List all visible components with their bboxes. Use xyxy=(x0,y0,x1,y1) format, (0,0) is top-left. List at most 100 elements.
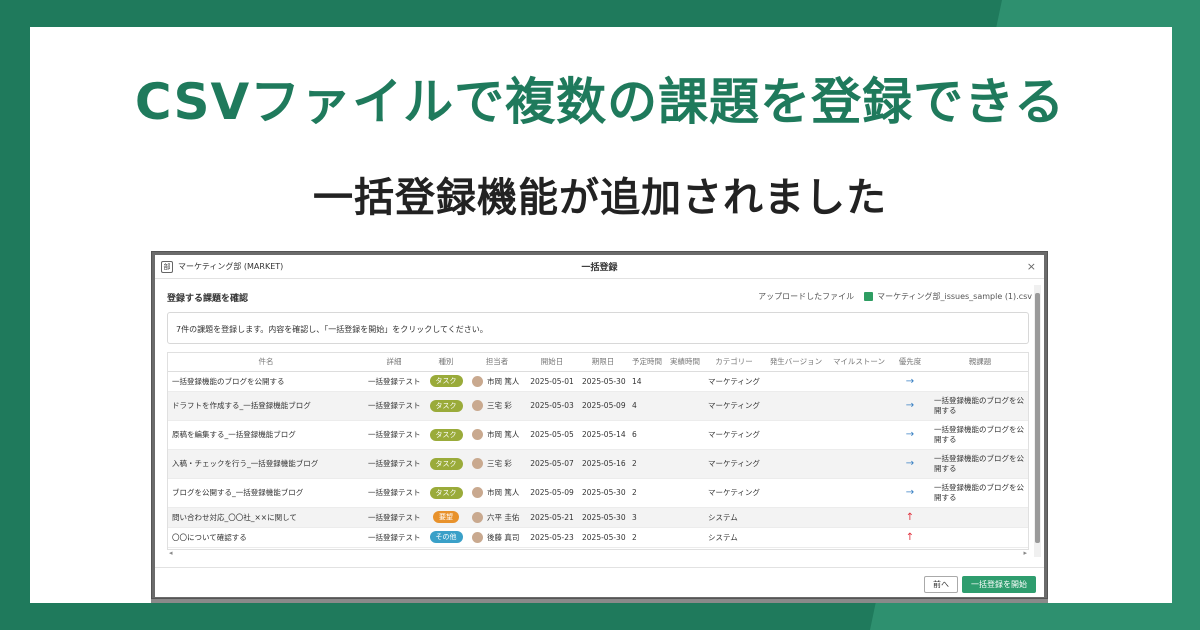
confirmation-notice: 7件の課題を登録します。内容を確認し、「一括登録を開始」をクリックしてください。 xyxy=(167,312,1029,344)
start-bulk-register-button[interactable]: 一括登録を開始 xyxy=(962,576,1036,593)
cell-due-date: 2025-05-09 xyxy=(578,391,628,421)
cell-parent xyxy=(930,527,1028,548)
avatar xyxy=(472,487,483,498)
cell-parent: 一括登録機能のブログを公開する xyxy=(930,449,1028,479)
assignee-name: 六平 圭佑 xyxy=(487,512,520,522)
vertical-scrollbar[interactable] xyxy=(1034,285,1041,557)
cell-version xyxy=(764,527,828,548)
scroll-left-icon[interactable]: ◂ xyxy=(169,549,173,557)
cell-start-date: 2025-05-21 xyxy=(526,507,578,528)
cell-version xyxy=(764,449,828,479)
priority-arrow-icon: ↑ xyxy=(890,507,930,528)
close-icon[interactable]: × xyxy=(1027,260,1036,273)
cell-subject: 原稿を編集する_一括登録機能ブログ xyxy=(168,420,364,450)
issue-type-badge: タスク xyxy=(429,457,463,470)
issue-type-badge: タスク xyxy=(429,375,463,387)
avatar xyxy=(472,458,483,469)
bulk-register-dialog: 部 マーケティング部 (MARKET) 一括登録 × 登録する課題を確認 アップ… xyxy=(155,255,1044,597)
dialog-titlebar: 部 マーケティング部 (MARKET) 一括登録 × xyxy=(155,255,1044,279)
headline: CSVファイルで複数の課題を登録できる xyxy=(134,73,1066,131)
issues-table-wrap[interactable]: 件名 詳細 種別 担当者 開始日 期限日 予定時間 実績時間 カテゴリー 発生バージョン マイルスト… xyxy=(167,352,1029,550)
csv-file-icon xyxy=(864,292,874,301)
cell-detail: 一括登録テスト xyxy=(364,478,424,508)
cell-category: マーケティング xyxy=(704,449,764,479)
cell-parent xyxy=(930,507,1028,528)
cell-type: タスク xyxy=(424,449,468,479)
cell-milestone xyxy=(828,449,890,479)
issues-table: 件名 詳細 種別 担当者 開始日 期限日 予定時間 実績時間 カテゴリー 発生バージョン マイルスト… xyxy=(168,353,1028,548)
cell-type: タスク xyxy=(424,420,468,450)
cell-type: タスク xyxy=(424,371,468,392)
cell-detail: 一括登録テスト xyxy=(364,449,424,479)
assignee: 六平 圭佑 xyxy=(472,511,522,523)
priority-arrow-icon: → xyxy=(890,391,930,421)
cell-version xyxy=(764,420,828,450)
table-row: 一括登録機能のブログを公開する 一括登録テスト タスク 市岡 篤人 2025-05-01… xyxy=(168,371,1028,392)
scrollbar-thumb[interactable] xyxy=(1035,293,1040,543)
cell-parent: 一括登録機能のブログを公開する xyxy=(930,391,1028,421)
uploaded-file-label: アップロードしたファイル xyxy=(758,292,855,301)
cell-assignee: 市岡 篤人 xyxy=(468,420,526,450)
cell-detail: 一括登録テスト xyxy=(364,527,424,548)
issue-type-badge: 要望 xyxy=(433,511,459,523)
dialog-footer: 前へ 一括登録を開始 xyxy=(155,567,1044,597)
avatar xyxy=(472,400,483,411)
column-header: 期限日 xyxy=(578,353,628,372)
assignee: 市岡 篤人 xyxy=(472,429,522,440)
cell-start-date: 2025-05-01 xyxy=(526,371,578,392)
uploaded-file-name[interactable]: マーケティング部_issues_sample (1).csv xyxy=(877,291,1032,302)
table-row: 〇〇について確認する 一括登録テスト その他 後藤 真司 2025-05-23 2025-… xyxy=(168,527,1028,548)
cell-start-date: 2025-05-23 xyxy=(526,527,578,548)
cell-detail: 一括登録テスト xyxy=(364,420,424,450)
cell-category: システム xyxy=(704,507,764,528)
issue-type-badge: その他 xyxy=(429,531,463,543)
issue-type-badge: タスク xyxy=(429,428,463,441)
table-row: ドラフトを作成する_一括登録機能ブログ 一括登録テスト タスク 三宅 彩 2025-05… xyxy=(168,391,1028,421)
column-header: 開始日 xyxy=(526,353,578,372)
cell-subject: 〇〇について確認する xyxy=(168,527,364,548)
horizontal-scrollbar[interactable]: ◂ ▸ xyxy=(167,549,1029,558)
cell-category: マーケティング xyxy=(704,371,764,392)
cell-subject: 入稿・チェックを行う_一括登録機能ブログ xyxy=(168,449,364,479)
cell-start-date: 2025-05-03 xyxy=(526,391,578,421)
table-row: ブログを公開する_一括登録機能ブログ 一括登録テスト タスク 市岡 篤人 2025-05… xyxy=(168,478,1028,508)
table-header-row: 件名 詳細 種別 担当者 開始日 期限日 予定時間 実績時間 カテゴリー 発生バージョン マイルスト… xyxy=(168,353,1028,372)
column-header: 親課題 xyxy=(930,353,1028,372)
cell-detail: 一括登録テスト xyxy=(364,371,424,392)
cell-start-date: 2025-05-07 xyxy=(526,449,578,479)
cell-type: 要望 xyxy=(424,507,468,528)
cell-type: タスク xyxy=(424,478,468,508)
cell-assignee: 市岡 篤人 xyxy=(468,371,526,392)
cell-start-date: 2025-05-09 xyxy=(526,478,578,508)
cell-due-date: 2025-05-14 xyxy=(578,420,628,450)
avatar xyxy=(472,531,483,543)
assignee-name: 市岡 篤人 xyxy=(487,430,520,439)
cell-detail: 一括登録テスト xyxy=(364,391,424,421)
cell-parent: 一括登録機能のブログを公開する xyxy=(930,478,1028,508)
cell-assignee: 三宅 彩 xyxy=(468,449,526,479)
cell-actual xyxy=(666,527,704,548)
cell-subject: ブログを公開する_一括登録機能ブログ xyxy=(168,478,364,508)
priority-arrow-icon: → xyxy=(890,371,930,392)
cell-milestone xyxy=(828,391,890,421)
assignee: 市岡 篤人 xyxy=(472,375,522,387)
assignee-name: 三宅 彩 xyxy=(487,459,512,468)
priority-arrow-icon: → xyxy=(890,478,930,508)
cell-actual xyxy=(666,478,704,508)
prev-button[interactable]: 前へ xyxy=(924,576,958,593)
column-header: 担当者 xyxy=(468,353,526,372)
cell-category: マーケティング xyxy=(704,478,764,508)
table-row: 原稿を編集する_一括登録機能ブログ 一括登録テスト タスク 市岡 篤人 2025-05-… xyxy=(168,420,1028,450)
cell-due-date: 2025-05-30 xyxy=(578,507,628,528)
cell-subject: 一括登録機能のブログを公開する xyxy=(168,371,364,392)
column-header: 予定時間 xyxy=(628,353,666,372)
screenshot-bottom-strip xyxy=(151,599,1048,603)
scroll-right-icon[interactable]: ▸ xyxy=(1023,549,1027,557)
cell-subject: 問い合わせ対応_〇〇社_××に関して xyxy=(168,507,364,528)
cell-category: マーケティング xyxy=(704,420,764,450)
assignee-name: 市岡 篤人 xyxy=(487,376,520,386)
issue-type-badge: タスク xyxy=(429,399,463,412)
column-header: 優先度 xyxy=(890,353,930,372)
cell-type: その他 xyxy=(424,527,468,548)
cell-due-date: 2025-05-16 xyxy=(578,449,628,479)
